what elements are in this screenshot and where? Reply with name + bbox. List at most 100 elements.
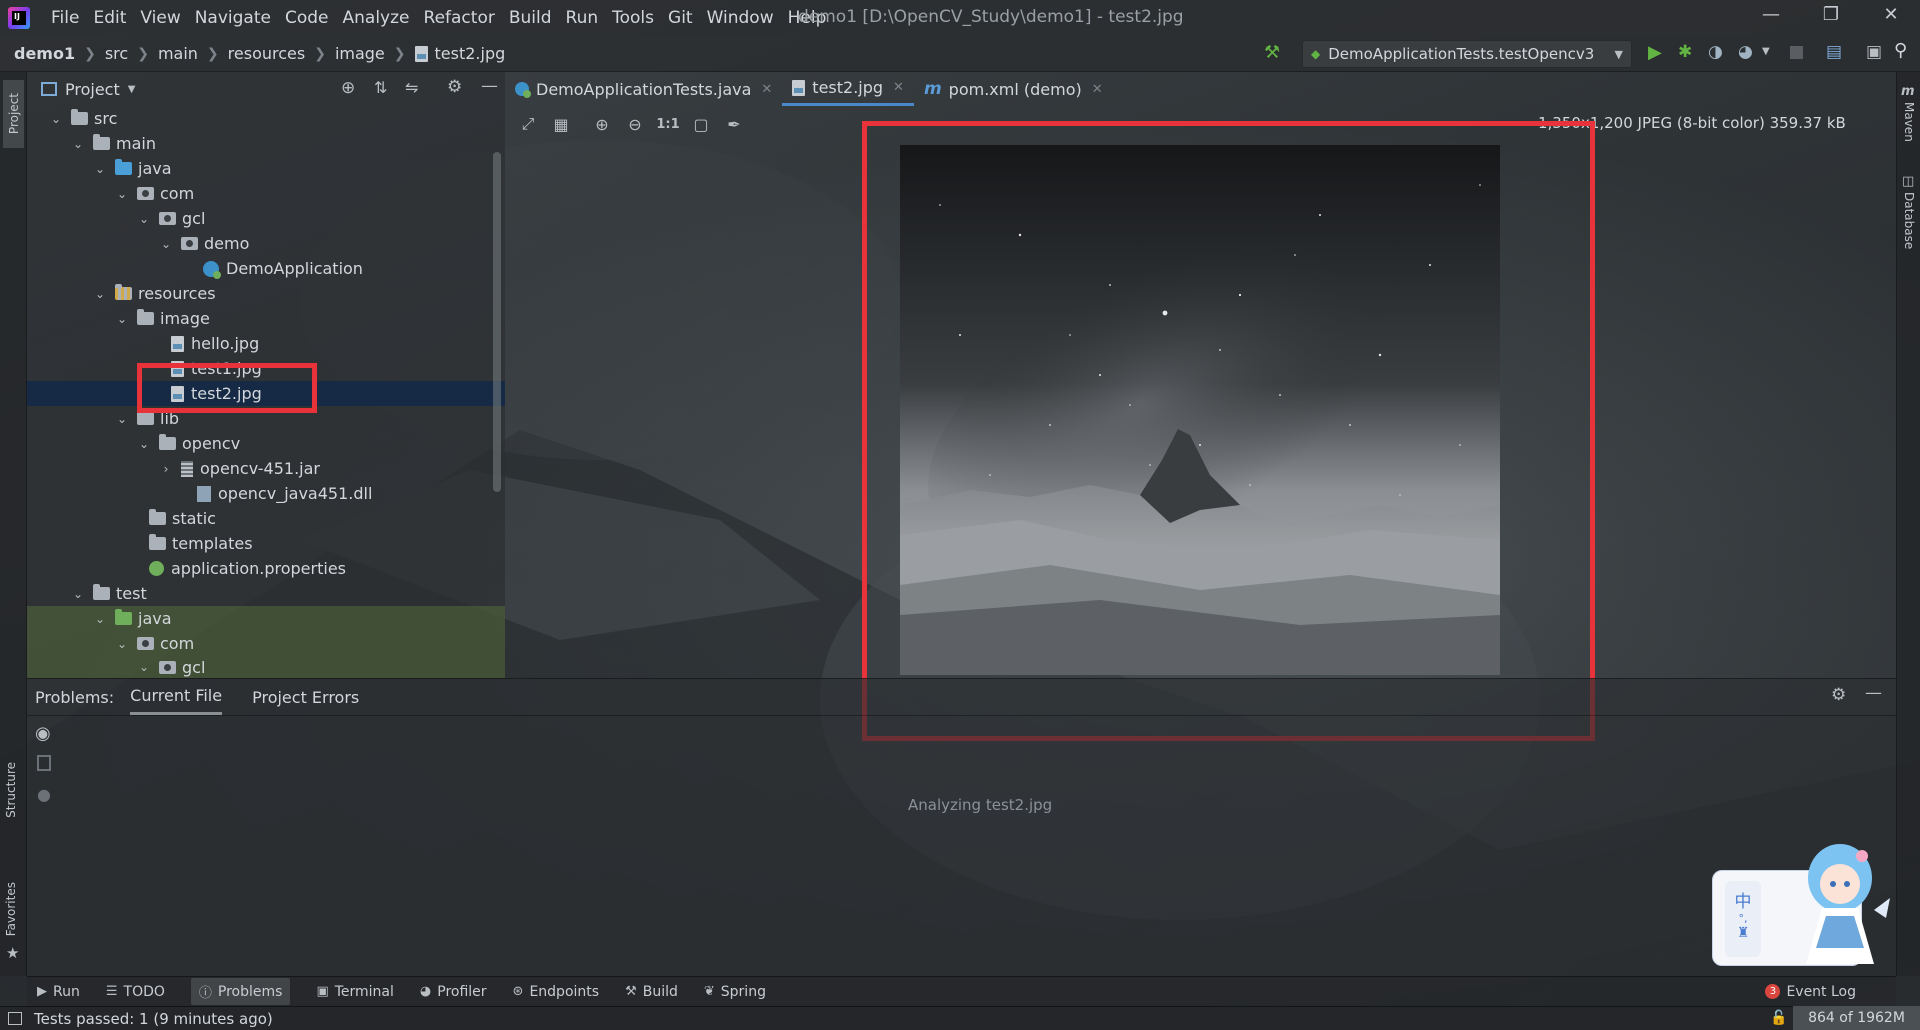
menu-build[interactable]: Build: [509, 8, 552, 28]
project-structure-icon[interactable]: ▤: [1826, 42, 1842, 62]
menu-code[interactable]: Code: [285, 8, 329, 28]
locate-file-icon[interactable]: ⊕: [341, 78, 355, 98]
tree-node-main[interactable]: ⌄ main: [27, 131, 505, 156]
memory-indicator[interactable]: 864 of 1962M: [1793, 1006, 1920, 1030]
zoom-in-icon[interactable]: ⊕: [587, 109, 617, 139]
tree-node-image[interactable]: ⌄ image: [27, 306, 505, 331]
breadcrumb-main[interactable]: main: [158, 44, 198, 63]
actual-size-icon[interactable]: 1:1: [653, 109, 683, 139]
intellij-logo-icon[interactable]: IJ: [8, 7, 30, 29]
breadcrumb-image[interactable]: image: [335, 44, 385, 63]
tree-node-src[interactable]: ⌄ src: [27, 106, 505, 131]
run-tool-button[interactable]: ▶ Run: [37, 984, 80, 1000]
ime-language-label[interactable]: 中: [1735, 887, 1752, 912]
chevron-down-icon[interactable]: ⌄: [137, 437, 151, 451]
tree-node-demoapplication[interactable]: DemoApplication: [27, 256, 505, 281]
run-icon[interactable]: ▶: [1648, 42, 1662, 63]
status-message[interactable]: Tests passed: 1 (9 minutes ago): [34, 1010, 273, 1028]
lightbulb-icon[interactable]: ●: [37, 785, 51, 804]
tree-node-gcl[interactable]: ⌄ gcl: [27, 206, 505, 231]
project-panel-title[interactable]: Project: [65, 80, 120, 99]
chevron-down-icon[interactable]: ⌄: [93, 162, 107, 176]
event-log-button[interactable]: 3 Event Log: [1765, 984, 1856, 1000]
stop-icon[interactable]: [1790, 46, 1803, 59]
chevron-down-icon[interactable]: ⌄: [115, 187, 129, 201]
gear-icon[interactable]: ⚙: [447, 77, 462, 97]
chevron-down-icon[interactable]: ⌄: [137, 660, 151, 674]
tree-node-application-properties[interactable]: application.properties: [27, 556, 505, 581]
skin-icon[interactable]: ♜: [1737, 925, 1750, 941]
chevron-down-icon[interactable]: ▼: [1762, 46, 1770, 57]
expand-all-icon[interactable]: ⇅: [374, 78, 387, 97]
tree-node-opencv[interactable]: ⌄ opencv: [27, 431, 505, 456]
tree-node-resources[interactable]: ⌄ resources: [27, 281, 505, 306]
spring-tool-button[interactable]: ❦ Spring: [704, 984, 766, 1000]
tree-node-opencv-jar[interactable]: › opencv-451.jar: [27, 456, 505, 481]
chevron-down-icon[interactable]: ⌄: [93, 612, 107, 626]
chevron-right-icon[interactable]: ›: [159, 462, 173, 476]
tree-node-templates[interactable]: templates: [27, 531, 505, 556]
chevron-down-icon[interactable]: ⌄: [115, 412, 129, 426]
chevron-down-icon[interactable]: ⌄: [115, 637, 129, 651]
hide-panel-icon[interactable]: —: [481, 76, 498, 96]
menu-navigate[interactable]: Navigate: [195, 8, 271, 28]
tree-node-java[interactable]: ⌄ java: [27, 156, 505, 181]
profiler-tool-button[interactable]: ◕ Profiler: [420, 984, 487, 1000]
grid-icon[interactable]: ▦: [546, 109, 576, 139]
debug-icon[interactable]: ✱: [1678, 42, 1692, 62]
color-picker-icon[interactable]: ✒: [719, 109, 749, 139]
build-tool-button[interactable]: ⚒ Build: [625, 984, 678, 1000]
chevron-down-icon[interactable]: ⌄: [49, 112, 63, 126]
minimize-icon[interactable]: —: [1748, 4, 1794, 32]
chevron-down-icon[interactable]: ⌄: [93, 287, 107, 301]
punctuation-icon[interactable]: °,: [1739, 912, 1748, 925]
tree-node-test-gcl[interactable]: ⌄ gcl: [27, 656, 505, 678]
profile-icon[interactable]: ◕: [1738, 42, 1753, 62]
maven-tool-button[interactable]: Maven: [1902, 102, 1916, 146]
menu-analyze[interactable]: Analyze: [343, 8, 410, 28]
chevron-down-icon[interactable]: ⌄: [137, 212, 151, 226]
chevron-down-icon[interactable]: ▼: [128, 84, 136, 95]
tree-node-com[interactable]: ⌄ com: [27, 181, 505, 206]
gear-icon[interactable]: ⚙: [1831, 685, 1846, 705]
breadcrumb-file[interactable]: test2.jpg: [435, 44, 506, 63]
close-tab-icon[interactable]: ✕: [761, 82, 772, 97]
menu-refactor[interactable]: Refactor: [424, 8, 495, 28]
breadcrumb-project[interactable]: demo1: [14, 44, 75, 63]
breadcrumb-resources[interactable]: resources: [228, 44, 306, 63]
menu-window[interactable]: Window: [707, 8, 774, 28]
problems-tool-button[interactable]: ⓘ Problems: [190, 978, 291, 1005]
structure-tool-button[interactable]: Structure: [4, 762, 18, 822]
collapse-all-icon[interactable]: ⇋: [405, 78, 418, 97]
tree-node-test-com[interactable]: ⌄ com: [27, 631, 505, 656]
desktop-widget[interactable]: 中 °, ♜: [1712, 838, 1912, 970]
tree-node-demo[interactable]: ⌄ demo: [27, 231, 505, 256]
hammer-build-icon[interactable]: ⚒: [1264, 42, 1280, 63]
menu-git[interactable]: Git: [668, 8, 693, 28]
tree-node-test-java[interactable]: ⌄ java: [27, 606, 505, 631]
tree-node-opencv-dll[interactable]: opencv_java451.dll: [27, 481, 505, 506]
tab-project-errors[interactable]: Project Errors: [252, 679, 359, 715]
tree-node-hello-jpg[interactable]: hello.jpg: [27, 331, 505, 356]
terminal-tool-button[interactable]: ▣ Terminal: [316, 984, 393, 1000]
project-tool-button[interactable]: Project: [3, 80, 24, 148]
menu-view[interactable]: View: [140, 8, 180, 28]
close-window-icon[interactable]: ✕: [1868, 4, 1914, 32]
eye-icon[interactable]: ◉: [35, 723, 51, 744]
tree-scrollbar[interactable]: [493, 152, 501, 492]
favorites-tool-button[interactable]: Favorites: [4, 882, 18, 940]
menu-tools[interactable]: Tools: [612, 8, 654, 28]
chevron-down-icon[interactable]: ⌄: [71, 587, 85, 601]
background-icon[interactable]: ▢: [686, 109, 716, 139]
breadcrumb-src[interactable]: src: [105, 44, 128, 63]
tab-demoapplicationtests[interactable]: DemoApplicationTests.java ✕: [505, 72, 782, 106]
tab-current-file[interactable]: Current File: [130, 679, 223, 715]
tab-pom-xml[interactable]: m pom.xml (demo) ✕: [914, 72, 1113, 106]
restore-icon[interactable]: ❐: [1808, 4, 1854, 32]
endpoints-tool-button[interactable]: ⊛ Endpoints: [513, 984, 600, 1000]
fit-icon[interactable]: ⤢: [513, 109, 543, 139]
zoom-out-icon[interactable]: ⊖: [620, 109, 650, 139]
run-config-selector[interactable]: ◆ DemoApplicationTests.testOpencv3 ▼: [1302, 40, 1632, 68]
hide-panel-icon[interactable]: —: [1865, 683, 1882, 703]
preview-icon[interactable]: [37, 755, 51, 771]
